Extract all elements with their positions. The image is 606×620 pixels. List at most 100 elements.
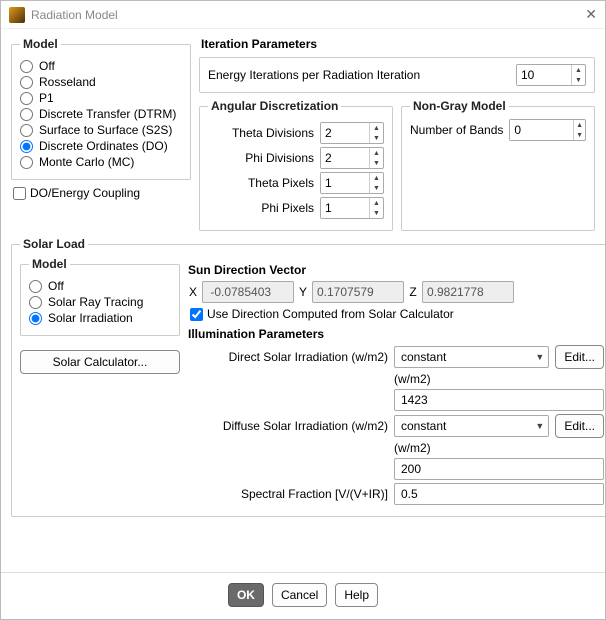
x-label: X bbox=[188, 285, 198, 299]
down-icon[interactable]: ▼ bbox=[370, 208, 383, 218]
bands-label: Number of Bands bbox=[410, 123, 503, 137]
radio-solar-irr[interactable] bbox=[29, 312, 42, 325]
diffuse-unit: (w/m2) bbox=[394, 441, 431, 455]
illum-heading: Illumination Parameters bbox=[188, 327, 604, 341]
iteration-label: Energy Iterations per Radiation Iteratio… bbox=[208, 68, 508, 82]
solar-model-group: Model Off Solar Ray Tracing Solar Irradi… bbox=[20, 257, 180, 336]
z-label: Z bbox=[408, 285, 418, 299]
radio-rosseland[interactable] bbox=[20, 76, 33, 89]
ok-button[interactable]: OK bbox=[228, 583, 264, 607]
do-energy-row[interactable]: DO/Energy Coupling bbox=[13, 186, 191, 200]
solar-model-legend: Model bbox=[29, 257, 70, 271]
down-icon[interactable]: ▼ bbox=[574, 130, 585, 140]
theta-div-input[interactable] bbox=[321, 123, 369, 143]
close-icon[interactable]: ✕ bbox=[585, 6, 597, 23]
model-legend: Model bbox=[20, 37, 61, 51]
phi-div-input[interactable] bbox=[321, 148, 369, 168]
iteration-box: Energy Iterations per Radiation Iteratio… bbox=[199, 57, 595, 93]
dialog-window: Radiation Model ✕ Model Off Rosseland P1… bbox=[0, 0, 606, 620]
up-icon[interactable]: ▲ bbox=[574, 120, 585, 130]
help-button[interactable]: Help bbox=[335, 583, 378, 607]
do-energy-checkbox[interactable] bbox=[13, 187, 26, 200]
sun-z-input[interactable] bbox=[422, 281, 514, 303]
direct-value-input[interactable] bbox=[394, 389, 604, 411]
sun-vector-heading: Sun Direction Vector bbox=[188, 263, 604, 277]
diffuse-edit-button[interactable]: Edit... bbox=[555, 414, 604, 438]
down-icon[interactable]: ▼ bbox=[572, 75, 585, 85]
phi-div-label: Phi Divisions bbox=[245, 151, 314, 165]
up-icon[interactable]: ▲ bbox=[572, 65, 585, 75]
direct-edit-button[interactable]: Edit... bbox=[555, 345, 604, 369]
radio-solar-ray[interactable] bbox=[29, 296, 42, 309]
model-option-dtrm[interactable]: Discrete Transfer (DTRM) bbox=[20, 107, 182, 121]
model-option-rosseland[interactable]: Rosseland bbox=[20, 75, 182, 89]
spectral-value-input[interactable] bbox=[394, 483, 604, 505]
radio-mc[interactable] bbox=[20, 156, 33, 169]
phi-div-spinner[interactable]: ▲▼ bbox=[320, 147, 384, 169]
up-icon[interactable]: ▲ bbox=[370, 198, 383, 208]
diffuse-method-select[interactable]: constant ▼ bbox=[394, 415, 549, 437]
down-icon[interactable]: ▼ bbox=[370, 183, 383, 193]
cancel-button[interactable]: Cancel bbox=[272, 583, 327, 607]
bands-input[interactable] bbox=[510, 120, 573, 140]
direct-method-select[interactable]: constant ▼ bbox=[394, 346, 549, 368]
dialog-content: Model Off Rosseland P1 Discrete Transfer… bbox=[1, 29, 605, 572]
sun-vector-row: X Y Z bbox=[188, 281, 604, 303]
solar-calculator-button[interactable]: Solar Calculator... bbox=[20, 350, 180, 374]
down-icon[interactable]: ▼ bbox=[370, 158, 383, 168]
solar-load-group: Solar Load Model Off Solar Ray Tracing S… bbox=[11, 237, 605, 517]
theta-div-spinner[interactable]: ▲▼ bbox=[320, 122, 384, 144]
model-option-do[interactable]: Discrete Ordinates (DO) bbox=[20, 139, 182, 153]
titlebar: Radiation Model ✕ bbox=[1, 1, 605, 29]
solar-load-legend: Solar Load bbox=[20, 237, 88, 251]
direct-unit: (w/m2) bbox=[394, 372, 431, 386]
up-icon[interactable]: ▲ bbox=[370, 173, 383, 183]
spectral-label: Spectral Fraction [V/(V+IR)] bbox=[188, 487, 388, 501]
solar-option-irr[interactable]: Solar Irradiation bbox=[29, 311, 171, 325]
chevron-down-icon: ▼ bbox=[535, 352, 544, 362]
iteration-spinner[interactable]: ▲▼ bbox=[516, 64, 586, 86]
radio-off[interactable] bbox=[20, 60, 33, 73]
angular-group: Angular Discretization Theta Divisions ▲… bbox=[199, 99, 393, 231]
up-icon[interactable]: ▲ bbox=[370, 123, 383, 133]
app-icon bbox=[9, 7, 25, 23]
up-icon[interactable]: ▲ bbox=[370, 148, 383, 158]
use-calc-row[interactable]: Use Direction Computed from Solar Calcul… bbox=[190, 307, 604, 321]
sun-y-input[interactable] bbox=[312, 281, 404, 303]
y-label: Y bbox=[298, 285, 308, 299]
radio-do[interactable] bbox=[20, 140, 33, 153]
do-energy-label: DO/Energy Coupling bbox=[30, 186, 140, 200]
nongray-group: Non-Gray Model Number of Bands ▲▼ bbox=[401, 99, 595, 231]
iteration-arrows[interactable]: ▲▼ bbox=[571, 65, 585, 85]
theta-px-input[interactable] bbox=[321, 173, 369, 193]
bands-spinner[interactable]: ▲▼ bbox=[509, 119, 586, 141]
use-calc-checkbox[interactable] bbox=[190, 308, 203, 321]
down-icon[interactable]: ▼ bbox=[370, 133, 383, 143]
radio-p1[interactable] bbox=[20, 92, 33, 105]
iteration-input[interactable] bbox=[517, 65, 571, 85]
phi-px-spinner[interactable]: ▲▼ bbox=[320, 197, 384, 219]
model-option-p1[interactable]: P1 bbox=[20, 91, 182, 105]
illumination-params: Direct Solar Irradiation (w/m2) constant… bbox=[188, 345, 604, 505]
diffuse-label: Diffuse Solar Irradiation (w/m2) bbox=[188, 419, 388, 433]
theta-px-label: Theta Pixels bbox=[248, 176, 314, 190]
solar-option-off[interactable]: Off bbox=[29, 279, 171, 293]
sun-x-input[interactable] bbox=[202, 281, 294, 303]
model-options: Off Rosseland P1 Discrete Transfer (DTRM… bbox=[20, 59, 182, 169]
chevron-down-icon: ▼ bbox=[535, 421, 544, 431]
solar-option-ray[interactable]: Solar Ray Tracing bbox=[29, 295, 171, 309]
phi-px-input[interactable] bbox=[321, 198, 369, 218]
radio-dtrm[interactable] bbox=[20, 108, 33, 121]
theta-div-label: Theta Divisions bbox=[232, 126, 314, 140]
model-option-off[interactable]: Off bbox=[20, 59, 182, 73]
diffuse-value-input[interactable] bbox=[394, 458, 604, 480]
theta-px-spinner[interactable]: ▲▼ bbox=[320, 172, 384, 194]
nongray-legend: Non-Gray Model bbox=[410, 99, 509, 113]
phi-px-label: Phi Pixels bbox=[261, 201, 314, 215]
direct-label: Direct Solar Irradiation (w/m2) bbox=[188, 350, 388, 364]
model-option-s2s[interactable]: Surface to Surface (S2S) bbox=[20, 123, 182, 137]
angular-legend: Angular Discretization bbox=[208, 99, 341, 113]
radio-s2s[interactable] bbox=[20, 124, 33, 137]
model-option-mc[interactable]: Monte Carlo (MC) bbox=[20, 155, 182, 169]
radio-solar-off[interactable] bbox=[29, 280, 42, 293]
